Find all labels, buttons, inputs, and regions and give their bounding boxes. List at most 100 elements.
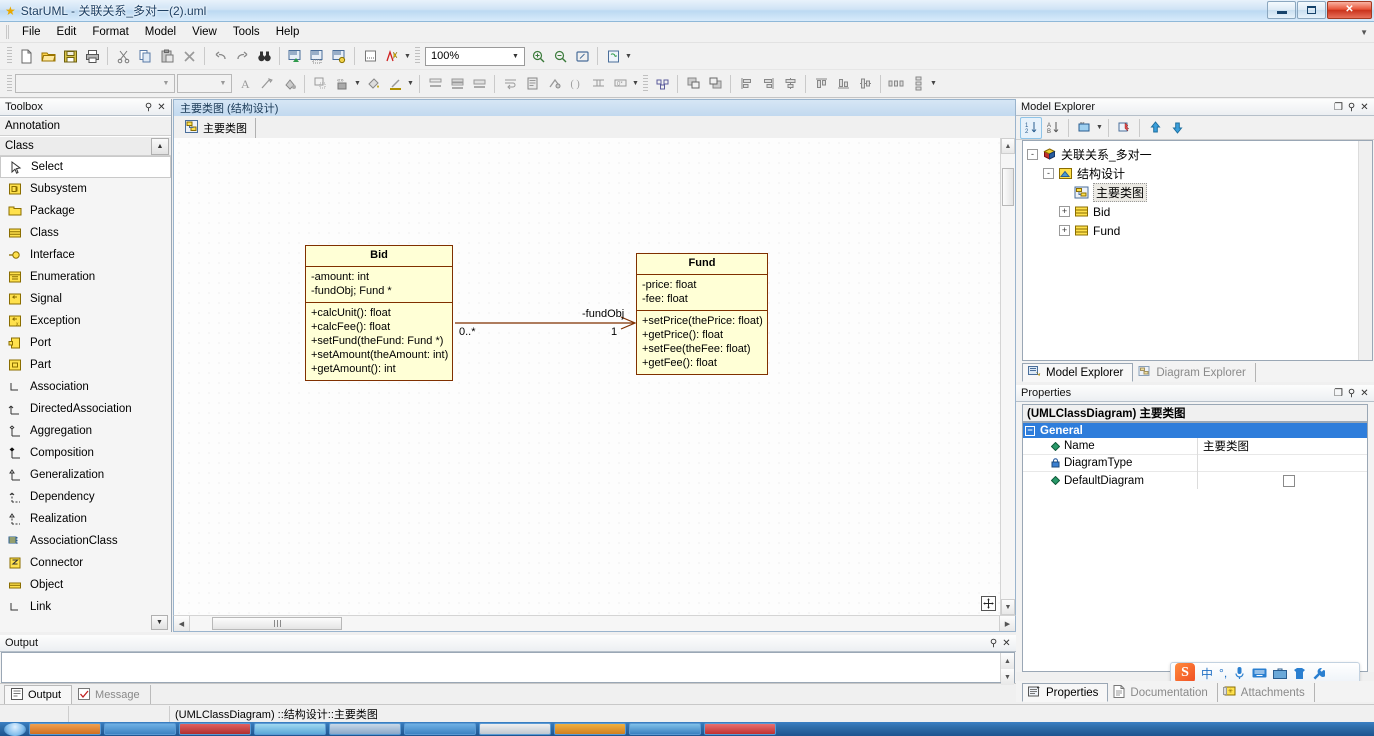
print-icon[interactable]	[81, 45, 103, 67]
generate-code-icon[interactable]	[359, 45, 381, 67]
float-icon[interactable]: ❐	[1332, 387, 1345, 400]
zoom-combo[interactable]: 100% ▼	[425, 46, 525, 66]
tab-diagram-explorer[interactable]: Diagram Explorer	[1133, 363, 1256, 382]
fill-color-icon[interactable]	[278, 73, 300, 95]
chevron-down-icon[interactable]: ▼	[216, 76, 230, 91]
stereotype-icon[interactable]: «»	[331, 73, 353, 95]
tab-properties[interactable]: Properties	[1022, 683, 1109, 702]
suppress-attr-icon[interactable]	[424, 73, 446, 95]
taskbar-item[interactable]	[329, 723, 401, 735]
find-binoculars-icon[interactable]	[253, 45, 275, 67]
tree-node-bid[interactable]: + Bid	[1023, 202, 1372, 221]
align-bottom-icon[interactable]	[832, 73, 854, 95]
expand-expander-icon[interactable]: +	[1059, 206, 1070, 217]
cut-scissors-icon[interactable]	[112, 45, 134, 67]
mic-icon[interactable]	[1233, 666, 1246, 680]
paste-icon[interactable]	[156, 45, 178, 67]
fit-window-icon[interactable]	[571, 45, 593, 67]
properties-value-name[interactable]: 主要类图	[1198, 438, 1367, 455]
taskbar-item[interactable]	[629, 723, 701, 735]
chevron-down-icon[interactable]: ▼	[631, 73, 640, 95]
toolbox-item-enumeration[interactable]: Enumeration	[0, 266, 171, 288]
space-vertical-icon[interactable]	[907, 73, 929, 95]
chevron-down-icon[interactable]: ▼	[159, 76, 173, 91]
toolbar-grip-1[interactable]	[7, 47, 12, 65]
toolbox-item-object[interactable]: Object	[0, 574, 171, 596]
suppress-both-icon[interactable]	[468, 73, 490, 95]
delete-x-icon[interactable]	[178, 45, 200, 67]
pin-icon[interactable]: ⚲	[1345, 387, 1358, 400]
font-size-combo[interactable]: ▼	[177, 74, 232, 93]
toolbox-item-generalization[interactable]: Generalization	[0, 464, 171, 486]
menu-help[interactable]: Help	[268, 23, 308, 41]
diagram-tab-main-class-diagram[interactable]: 主要类图	[180, 118, 256, 138]
pin-icon[interactable]: ⚲	[142, 101, 155, 114]
toolbox-group-annotation[interactable]: Annotation	[0, 116, 171, 136]
scroll-left-arrow-icon[interactable]: ◀	[174, 616, 190, 631]
redo-icon[interactable]	[231, 45, 253, 67]
close-icon[interactable]: ✕	[155, 101, 168, 114]
new-file-icon[interactable]	[15, 45, 37, 67]
show-type-icon[interactable]	[587, 73, 609, 95]
chevron-down-icon[interactable]: ▼	[1095, 117, 1104, 139]
menu-view[interactable]: View	[184, 23, 225, 41]
toolbox-item-exception[interactable]: x Exception	[0, 310, 171, 332]
show-parameter-icon[interactable]: ( )	[565, 73, 587, 95]
menubar-grip[interactable]	[6, 25, 10, 39]
toolbox-item-realization[interactable]: Realization	[0, 508, 171, 530]
move-down-icon[interactable]	[1166, 117, 1188, 139]
bring-front-icon[interactable]	[682, 73, 704, 95]
close-icon[interactable]: ✕	[1358, 387, 1371, 400]
hscroll-track[interactable]	[190, 616, 999, 631]
toolbox-item-connector[interactable]: Connector	[0, 552, 171, 574]
pin-icon[interactable]: ⚲	[1345, 101, 1358, 114]
show-property-icon[interactable]	[521, 73, 543, 95]
chevron-down-icon[interactable]: ▼	[508, 49, 523, 64]
toolbox-icon[interactable]	[1273, 667, 1288, 679]
taskbar-item[interactable]	[254, 723, 326, 735]
save-disk-icon[interactable]	[59, 45, 81, 67]
align-top-icon[interactable]	[810, 73, 832, 95]
canvas-horizontal-scrollbar[interactable]: ◀ ▶	[173, 615, 1016, 632]
zoom-out-icon[interactable]	[549, 45, 571, 67]
filter-icon[interactable]: «»	[1073, 117, 1095, 139]
scroll-right-arrow-icon[interactable]: ▶	[999, 616, 1015, 631]
close-icon[interactable]: ✕	[1000, 637, 1013, 650]
toolbox-item-directedassociation[interactable]: DirectedAssociation	[0, 398, 171, 420]
toolbar-overflow-caret-2[interactable]: ▼	[624, 45, 633, 67]
properties-group-general[interactable]: − General	[1023, 423, 1367, 438]
toolbox-group-class[interactable]: Class ▲	[0, 136, 171, 156]
menu-tools[interactable]: Tools	[225, 23, 268, 41]
taskbar-item[interactable]	[404, 723, 476, 735]
toolbox-item-link[interactable]: Link	[0, 596, 171, 618]
tree-node-project[interactable]: - 关联关系_多对一	[1023, 145, 1372, 164]
add-diagram-icon[interactable]	[284, 45, 306, 67]
space-horizontal-icon[interactable]	[885, 73, 907, 95]
diagram-canvas[interactable]: Bid -amount: int -fundObj; Fund * +calcU…	[173, 138, 1000, 615]
show-multiplicity-icon[interactable]: 0*	[609, 73, 631, 95]
canvas-vertical-scrollbar[interactable]: ▲ ▼	[1000, 138, 1016, 615]
close-button[interactable]: ✕	[1327, 1, 1372, 19]
toolbar-grip-3[interactable]	[7, 74, 12, 93]
toolbox-item-class[interactable]: Class	[0, 222, 171, 244]
model-explorer-tree[interactable]: - 关联关系_多对一 - 结构设计 主要类图 + Bid + Fund	[1022, 140, 1373, 361]
scroll-up-arrow-icon[interactable]: ▲	[1001, 653, 1014, 669]
properties-row-diagramtype[interactable]: DiagramType	[1023, 454, 1367, 472]
hscroll-thumb[interactable]	[212, 617, 342, 630]
tab-documentation[interactable]: Documentation	[1108, 683, 1218, 702]
pan-move-icon[interactable]	[981, 596, 996, 611]
sort-numeric-icon[interactable]: 12	[1020, 116, 1042, 139]
tab-message[interactable]: Message	[72, 685, 151, 705]
line-style-icon[interactable]	[256, 73, 278, 95]
toolbar-grip-2[interactable]	[415, 47, 420, 65]
align-middle-icon[interactable]	[854, 73, 876, 95]
close-icon[interactable]: ✕	[1358, 101, 1371, 114]
minimize-button[interactable]	[1267, 1, 1296, 19]
toolbar-overflow-caret-3[interactable]: ▼	[929, 73, 938, 95]
fill-icon[interactable]	[362, 73, 384, 95]
menu-format[interactable]: Format	[84, 23, 136, 41]
vscroll-thumb[interactable]	[1002, 168, 1014, 206]
tree-node-main-class-diagram[interactable]: 主要类图	[1023, 183, 1372, 202]
align-left-icon[interactable]	[735, 73, 757, 95]
start-orb-icon[interactable]	[4, 722, 26, 736]
